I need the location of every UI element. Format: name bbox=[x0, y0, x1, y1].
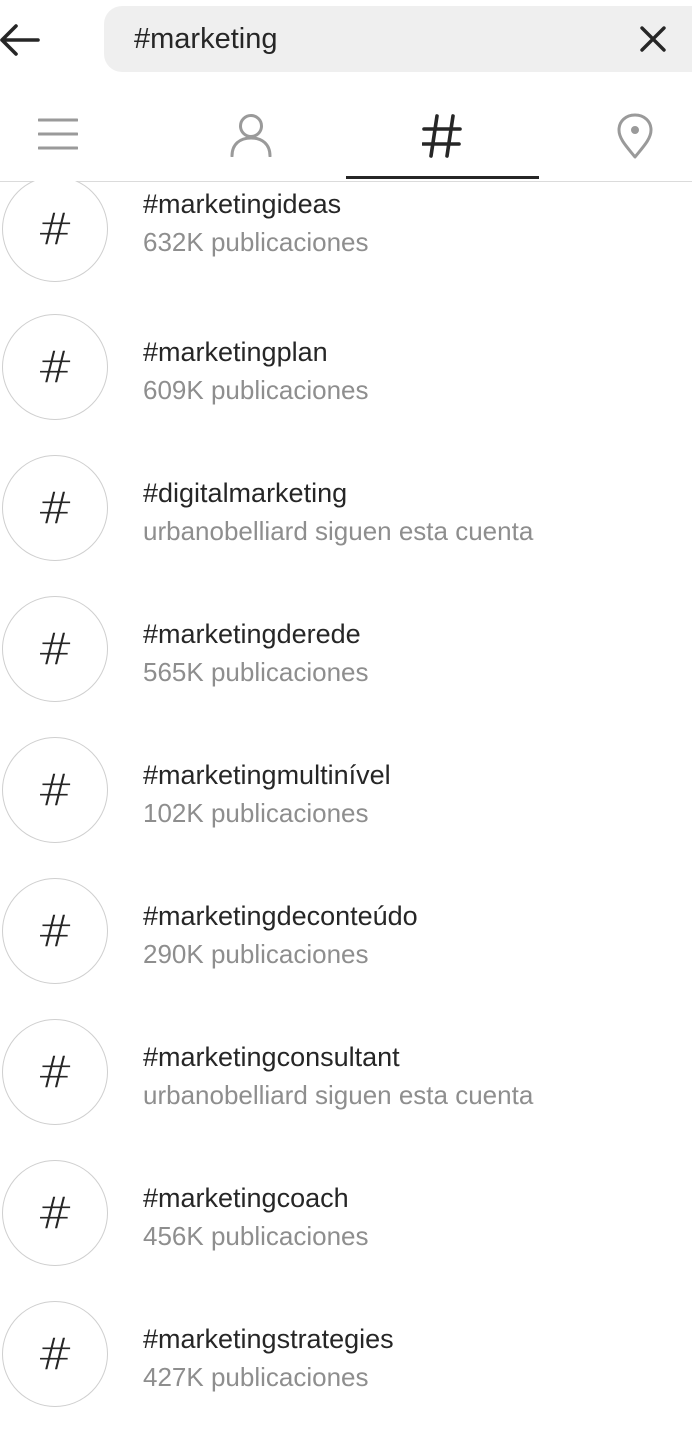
tab-top[interactable] bbox=[0, 88, 173, 181]
hashtag-meta: 632K publicaciones bbox=[143, 227, 369, 257]
tab-places[interactable] bbox=[539, 88, 692, 181]
hashtag-name: #marketingstrategies bbox=[143, 1324, 394, 1354]
hashtag-icon bbox=[422, 114, 462, 158]
list-item[interactable]: # #marketingcoach 456K publicaciones bbox=[0, 1160, 692, 1301]
list-item[interactable]: # #marketingplan 609K publicaciones bbox=[0, 314, 692, 455]
hashtag-meta: 609K publicaciones bbox=[143, 375, 369, 405]
hashtag-icon: # bbox=[36, 203, 74, 255]
hashtag-name: #marketingideas bbox=[143, 189, 342, 219]
arrow-left-icon bbox=[0, 24, 40, 56]
search-bar bbox=[104, 6, 692, 72]
hashtag-avatar: # bbox=[2, 314, 108, 420]
hashtag-name: #marketingconsultant bbox=[143, 1042, 400, 1072]
hashtag-name: #marketingderede bbox=[143, 619, 361, 649]
hashtag-avatar: # bbox=[2, 1160, 108, 1266]
hashtag-avatar: # bbox=[2, 455, 108, 561]
hashtag-icon: # bbox=[36, 1046, 74, 1098]
list-item[interactable]: # #marketingideas 632K publicaciones bbox=[0, 181, 692, 317]
hashtag-icon: # bbox=[36, 764, 74, 816]
tab-accounts[interactable] bbox=[173, 88, 346, 181]
hashtag-avatar: # bbox=[2, 596, 108, 702]
hashtag-icon: # bbox=[36, 1187, 74, 1239]
hashtag-name: #marketingcoach bbox=[143, 1183, 349, 1213]
list-item[interactable]: # #marketingstrategies 427K publicacione… bbox=[0, 1301, 692, 1440]
hashtag-icon: # bbox=[36, 1328, 74, 1380]
hashtag-meta: 456K publicaciones bbox=[143, 1221, 369, 1251]
results-list: # #marketingideas 632K publicaciones # #… bbox=[0, 181, 692, 1440]
hashtag-avatar: # bbox=[2, 181, 108, 282]
clear-search-button[interactable] bbox=[640, 26, 666, 52]
list-item[interactable]: # #marketingconsultant urbanobelliard si… bbox=[0, 1019, 692, 1160]
hashtag-avatar: # bbox=[2, 737, 108, 843]
active-tab-indicator bbox=[346, 176, 539, 179]
hashtag-meta: urbanobelliard siguen esta cuenta bbox=[143, 1080, 534, 1110]
person-icon bbox=[230, 114, 272, 157]
list-item[interactable]: # #marketingderede 565K publicaciones bbox=[0, 596, 692, 737]
menu-lines-icon bbox=[38, 118, 78, 150]
hashtag-icon: # bbox=[36, 623, 74, 675]
hashtag-meta: urbanobelliard siguen esta cuenta bbox=[143, 516, 534, 546]
list-item[interactable]: # #marketingdeconteúdo 290K publicacione… bbox=[0, 878, 692, 1019]
hashtag-icon: # bbox=[36, 905, 74, 957]
hashtag-meta: 427K publicaciones bbox=[143, 1362, 369, 1392]
hashtag-name: #marketingdeconteúdo bbox=[143, 901, 418, 931]
hashtag-name: #marketingplan bbox=[143, 337, 328, 367]
tab-tags[interactable] bbox=[346, 88, 539, 181]
location-pin-icon bbox=[617, 113, 653, 159]
hashtag-avatar: # bbox=[2, 878, 108, 984]
list-item[interactable]: # #marketingmultinível 102K publicacione… bbox=[0, 737, 692, 878]
hashtag-avatar: # bbox=[2, 1301, 108, 1407]
search-tabs bbox=[0, 88, 692, 182]
hashtag-meta: 102K publicaciones bbox=[143, 798, 369, 828]
close-icon bbox=[640, 26, 666, 52]
list-item[interactable]: # #digitalmarketing urbanobelliard sigue… bbox=[0, 455, 692, 596]
search-input[interactable] bbox=[134, 6, 604, 72]
back-button[interactable] bbox=[0, 16, 48, 64]
hashtag-meta: 565K publicaciones bbox=[143, 657, 369, 687]
hashtag-avatar: # bbox=[2, 1019, 108, 1125]
hashtag-icon: # bbox=[36, 482, 74, 534]
hashtag-meta: 290K publicaciones bbox=[143, 939, 369, 969]
hashtag-name: #digitalmarketing bbox=[143, 478, 348, 508]
hashtag-icon: # bbox=[36, 341, 74, 393]
search-header bbox=[0, 0, 692, 80]
hashtag-name: #marketingmultinível bbox=[143, 760, 391, 790]
